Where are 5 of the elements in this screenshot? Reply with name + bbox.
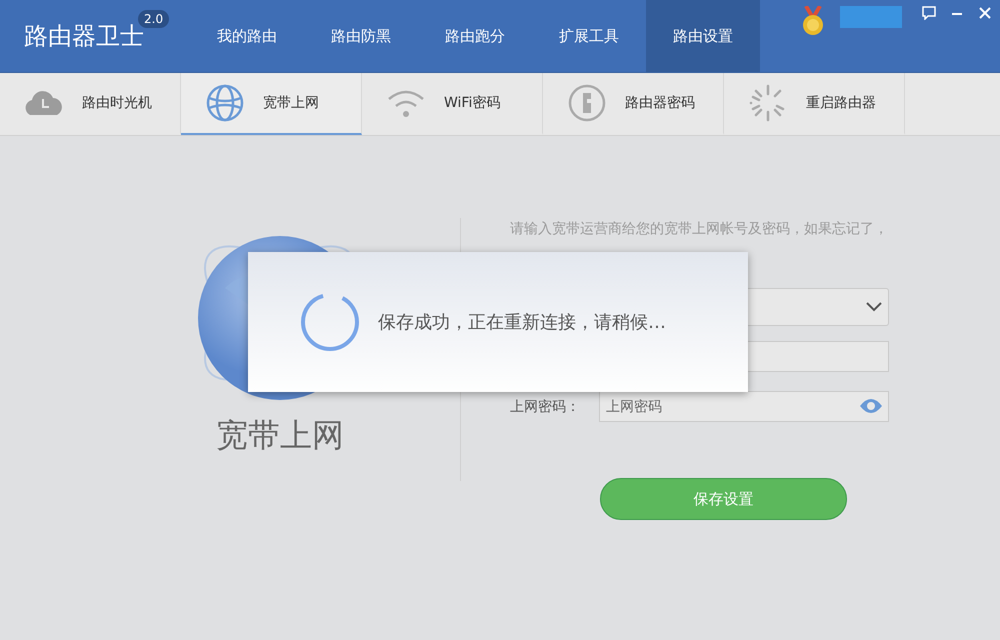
status-message: 保存成功，正在重新连接，请稍候…	[378, 311, 666, 334]
description-text: 请输入宽带运营商给您的宽带上网帐号及密码，如果忘记了，	[510, 220, 889, 239]
field-label: 上网密码：	[510, 398, 581, 416]
version-badge: 2.0	[138, 10, 170, 28]
panel-title: 宽带上网	[216, 415, 344, 456]
